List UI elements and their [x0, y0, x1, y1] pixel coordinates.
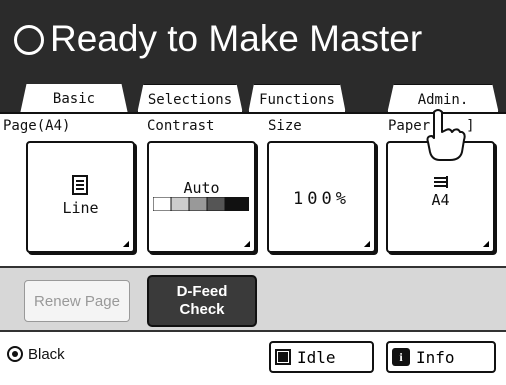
idle-button[interactable]: Idle	[269, 341, 374, 373]
dfeed-label-line2: Check	[179, 301, 225, 318]
info-label: Info	[416, 347, 455, 367]
page-label: Page(A4)	[3, 118, 71, 134]
page-mode-button[interactable]: Line ◢	[26, 141, 135, 253]
info-button[interactable]: i Info	[386, 341, 496, 373]
ink-status: Black	[6, 345, 65, 363]
corner-mark-icon: ◢	[482, 239, 489, 248]
size-value: 100%	[293, 189, 350, 209]
contrast-value: Auto	[183, 179, 220, 197]
dfeed-label-line1: D-Feed	[176, 283, 228, 300]
size-button[interactable]: 100% ◢	[267, 141, 376, 253]
pointing-hand-icon	[426, 109, 466, 161]
paper-stack-icon	[434, 176, 448, 188]
contrast-label: Contrast	[147, 118, 215, 134]
paper-value: A4	[431, 191, 450, 209]
contrast-scale-icon	[153, 197, 249, 211]
page-title-text: Ready to Make Master	[50, 18, 423, 59]
corner-mark-icon: ◢	[243, 239, 250, 248]
ready-status-icon	[14, 25, 44, 55]
tab-functions[interactable]: Functions	[248, 84, 346, 114]
contrast-button[interactable]: Auto ◢	[147, 141, 256, 253]
idle-square-icon	[275, 349, 291, 365]
tab-basic-label: Basic	[52, 91, 96, 107]
tab-functions-label: Functions	[259, 91, 335, 108]
tab-admin-label: Admin.	[417, 91, 469, 108]
idle-label: Idle	[297, 347, 336, 367]
renew-page-button[interactable]: Renew Page	[24, 280, 130, 322]
dfeed-check-button[interactable]: D-Feed Check	[147, 275, 257, 327]
corner-mark-icon: ◢	[363, 239, 370, 248]
size-label: Size	[268, 118, 302, 134]
info-icon: i	[392, 348, 410, 366]
ink-color-label: Black	[28, 345, 65, 363]
page-title: Ready to Make Master	[14, 14, 422, 64]
renew-page-label: Renew Page	[34, 292, 120, 310]
page-mode-value: Line	[62, 199, 99, 217]
tab-basic[interactable]: Basic	[20, 84, 128, 114]
document-icon	[72, 175, 88, 195]
corner-mark-icon: ◢	[122, 239, 129, 248]
tab-selections[interactable]: Selections	[137, 84, 243, 114]
ink-drum-icon	[7, 346, 23, 362]
tab-selections-label: Selections	[147, 91, 233, 108]
